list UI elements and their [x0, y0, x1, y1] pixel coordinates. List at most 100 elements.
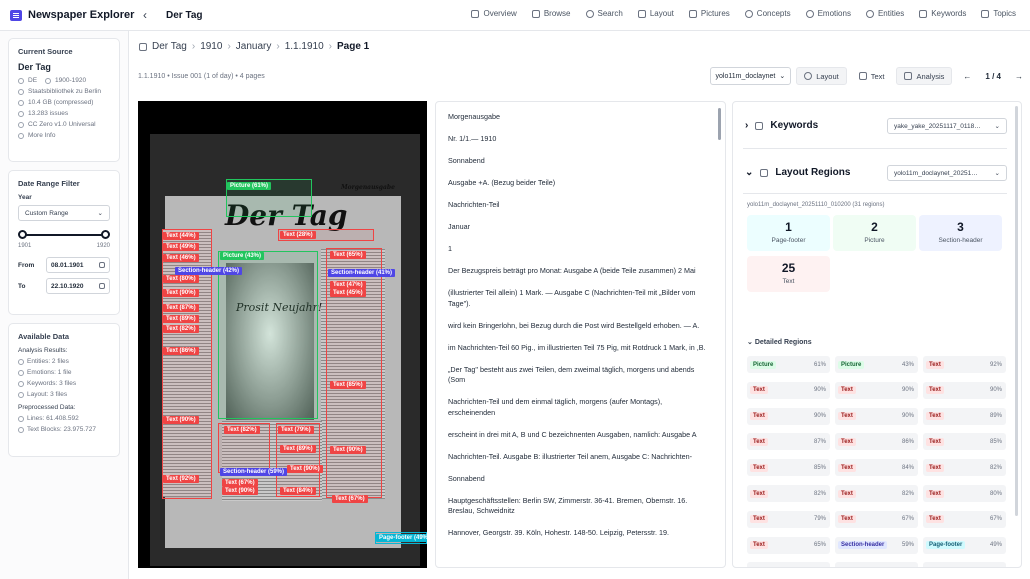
- to-date-input[interactable]: 22.10.1920: [46, 278, 110, 294]
- detailed-row: Text 90% Text 90% Text 89%: [747, 407, 1006, 425]
- nav-overview[interactable]: Overview: [471, 9, 517, 18]
- region-box[interactable]: [218, 251, 318, 419]
- region-chip[interactable]: Section-header 59%: [835, 536, 918, 554]
- ocr-line: Hannover, Georgstr. 39. Köln, Hohestr. 1…: [448, 528, 669, 537]
- region-label: Text (84%): [280, 487, 316, 495]
- region-confidence: 90%: [901, 413, 914, 420]
- nav-concepts[interactable]: Concepts: [744, 9, 791, 18]
- from-label: From: [18, 261, 35, 269]
- breadcrumb-item[interactable]: January: [236, 41, 272, 52]
- ocr-line: Der Bezugspreis beträgt pro Monat: Ausga…: [448, 266, 696, 275]
- region-chip[interactable]: Picture 61%: [747, 356, 830, 373]
- detailed-row: Text49% Text47% Text46%: [747, 562, 1006, 567]
- breadcrumb-item[interactable]: 1910: [200, 41, 222, 52]
- region-label: Text (82%): [163, 325, 199, 333]
- region-chip[interactable]: Text47%: [835, 562, 918, 567]
- region-chip[interactable]: Text 82%: [835, 485, 918, 502]
- nav-label: Concepts: [756, 9, 791, 18]
- stat-card[interactable]: 2 Picture: [833, 215, 916, 251]
- nav-pictures[interactable]: Pictures: [688, 9, 730, 18]
- page-image-panel[interactable]: Der Tag Morgenausgabe Prosit Neujahr! Pi…: [138, 101, 427, 568]
- region-type-tag: Text: [838, 566, 856, 567]
- from-date-input[interactable]: 08.01.1901: [46, 257, 110, 273]
- region-chip[interactable]: Text46%: [923, 562, 1006, 567]
- stat-card[interactable]: 3 Section-header: [919, 215, 1002, 251]
- model-select[interactable]: yolo11m_doclaynet ⌄: [709, 67, 792, 85]
- region-chip[interactable]: Text 67%: [835, 510, 918, 528]
- detailed-regions-header[interactable]: ⌄ Detailed Regions: [747, 338, 812, 346]
- region-chip[interactable]: Text 89%: [923, 407, 1006, 425]
- stat-card[interactable]: 25 Text: [747, 256, 830, 292]
- region-label: Section-header (41%): [328, 269, 396, 277]
- region-chip[interactable]: Text 82%: [747, 485, 830, 502]
- layout-toggle[interactable]: Layout: [796, 67, 847, 85]
- text-scrollbar[interactable]: [718, 108, 721, 140]
- more-info-link[interactable]: More Info: [18, 132, 110, 139]
- stat-card[interactable]: 1 Page-footer: [747, 215, 830, 251]
- region-chip[interactable]: Text 67%: [923, 510, 1006, 528]
- region-chip[interactable]: Text 90%: [747, 381, 830, 399]
- region-confidence: 65%: [813, 542, 826, 549]
- app-brand[interactable]: Newspaper Explorer: [10, 9, 134, 21]
- region-label: Text (87%): [163, 304, 199, 312]
- nav-layout[interactable]: Layout: [637, 9, 674, 18]
- region-confidence: 90%: [901, 387, 914, 394]
- license-icon: [18, 121, 24, 128]
- back-button[interactable]: ‹: [143, 8, 147, 22]
- region-type-tag: Text: [926, 412, 944, 421]
- breadcrumb-item[interactable]: Der Tag: [152, 41, 187, 52]
- region-chip[interactable]: Text49%: [747, 562, 830, 567]
- region-type-tag: Text: [838, 437, 856, 446]
- keywords-section-header[interactable]: › Keywords: [745, 120, 818, 131]
- region-label: Section-header (59%): [220, 468, 288, 476]
- analysis-scrollbar[interactable]: [1015, 106, 1018, 516]
- region-chip[interactable]: Text 84%: [835, 459, 918, 477]
- analysis-heading: Analysis Results:: [18, 347, 68, 354]
- layout-section-header[interactable]: ⌄ Layout Regions: [745, 167, 850, 178]
- region-chip[interactable]: Text 90%: [835, 407, 918, 425]
- region-chip[interactable]: Text 82%: [923, 459, 1006, 477]
- year-range-slider[interactable]: [18, 230, 110, 240]
- region-chip[interactable]: Text 90%: [747, 407, 830, 425]
- region-label: Text (44%): [163, 232, 199, 240]
- nav-keywords[interactable]: Keywords: [919, 9, 966, 18]
- region-chip[interactable]: Text 79%: [747, 510, 830, 528]
- layout-model-value: yolo11m_doclaynet_20251…: [894, 169, 978, 177]
- slider-thumb-max[interactable]: [101, 230, 110, 239]
- main-content: Der Tag › 1910 › January › 1.1.1910 › Page 1…: [129, 31, 1030, 579]
- region-type-tag: Text: [750, 386, 768, 395]
- ocr-line: Hauptgeschäftsstellen: Berlin SW, Zimmer…: [448, 495, 688, 516]
- region-type-tag: Text: [750, 463, 768, 472]
- layout-model-select[interactable]: yolo11m_doclaynet_20251… ⌄: [887, 165, 1007, 181]
- keywords-model-select[interactable]: yake_yake_20251117_0118… ⌄: [887, 118, 1007, 134]
- text-toggle[interactable]: Text: [852, 67, 892, 85]
- region-chip[interactable]: Text 90%: [923, 381, 1006, 399]
- nav-emotions[interactable]: Emotions: [805, 9, 851, 18]
- region-chip[interactable]: Text 65%: [747, 536, 830, 554]
- next-page-button[interactable]: →: [1015, 72, 1023, 81]
- breadcrumb-item[interactable]: 1.1.1910: [285, 41, 324, 52]
- region-chip[interactable]: Text 80%: [923, 485, 1006, 502]
- slider-thumb-min[interactable]: [18, 230, 27, 239]
- region-chip[interactable]: Text 87%: [747, 433, 830, 451]
- region-chip[interactable]: Text 85%: [747, 459, 830, 477]
- region-confidence: 43%: [901, 361, 914, 368]
- region-chip[interactable]: Picture 43%: [835, 356, 918, 373]
- analysis-toggle[interactable]: Analysis: [896, 67, 953, 85]
- ocr-text-panel[interactable]: Morgenausgabe Nr. 1/1.— 1910 Sonnabend Ausg…: [435, 101, 726, 568]
- region-chip[interactable]: Text 92%: [923, 356, 1006, 373]
- range-select[interactable]: Custom Range ⌄: [18, 205, 110, 221]
- nav-topics[interactable]: Topics: [981, 9, 1016, 18]
- region-chip[interactable]: Text 86%: [835, 433, 918, 451]
- nav-search[interactable]: Search: [585, 9, 623, 18]
- nav-browse[interactable]: Browse: [531, 9, 571, 18]
- ocr-line: im Nachrichten-Teil 60 Pig., im illustri…: [448, 342, 706, 352]
- region-box[interactable]: [276, 423, 320, 497]
- region-chip[interactable]: Text 85%: [923, 433, 1006, 451]
- nav-entities[interactable]: Entities: [865, 9, 904, 18]
- region-label: Page-footer (49%): [376, 534, 427, 542]
- prev-page-button[interactable]: ←: [963, 72, 971, 81]
- home-icon[interactable]: [139, 42, 147, 51]
- region-chip[interactable]: Page-footer 49%: [923, 536, 1006, 554]
- region-chip[interactable]: Text 90%: [835, 381, 918, 399]
